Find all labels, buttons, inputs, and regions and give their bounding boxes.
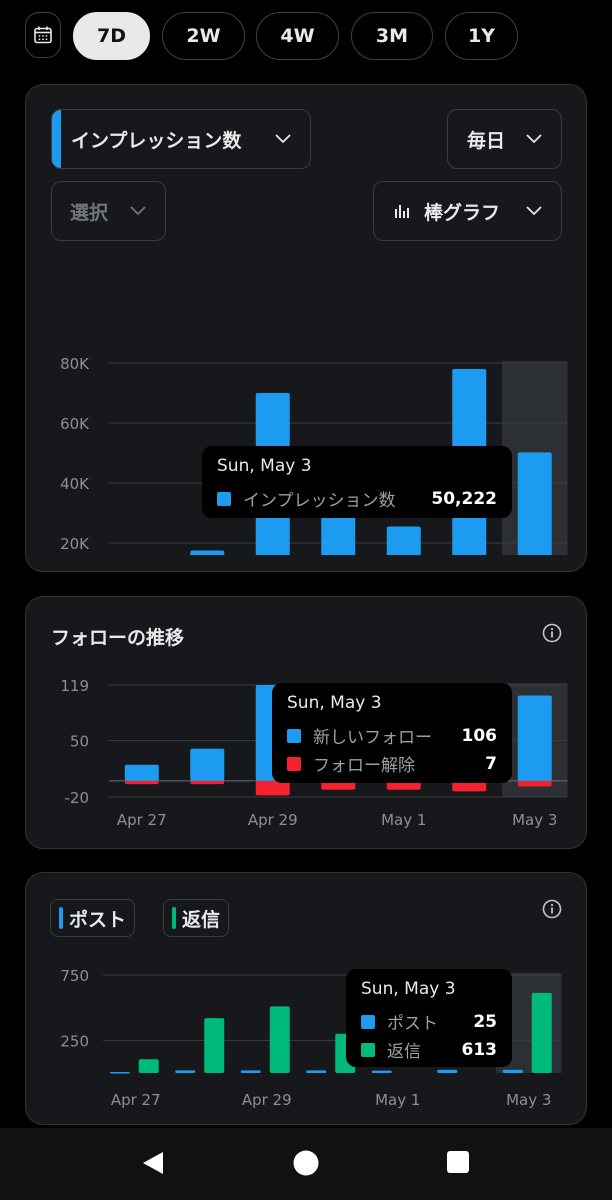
tooltip-label: 返信 <box>387 1042 421 1062</box>
x-tick-label: Apr 27 <box>111 1091 161 1109</box>
bar-posts <box>306 1070 327 1073</box>
y-tick-label: 40K <box>60 475 90 493</box>
interval-select-label: 毎日 <box>467 129 506 152</box>
range-4w-button[interactable]: 4W <box>256 12 339 60</box>
x-tick-label: May 3 <box>512 811 557 829</box>
system-nav-bar <box>0 1128 612 1200</box>
tooltip-label: インプレッション数 <box>243 491 396 511</box>
x-tick-label: May 3 <box>506 1091 551 1109</box>
chart-type-select-label: 棒グラフ <box>424 201 501 224</box>
chevron-down-icon <box>526 206 542 216</box>
metric-select[interactable]: インプレッション数 <box>51 109 311 169</box>
tooltip-label: 新しいフォロー <box>313 728 432 748</box>
bar-new-follows <box>124 764 159 781</box>
legend-swatch-blue <box>287 728 301 743</box>
bar-impressions <box>386 526 421 555</box>
chip-replies-label: 返信 <box>182 908 221 931</box>
compare-select[interactable]: 選択 <box>51 181 166 241</box>
x-tick-label: Apr 29 <box>242 1091 292 1109</box>
legend-swatch-red <box>287 756 301 771</box>
x-tick-label: May 1 <box>381 811 426 829</box>
bar-replies <box>138 1059 159 1073</box>
metric-select-label: インプレッション数 <box>71 129 242 152</box>
follows-tooltip: Sun, May 3 新しいフォロー 106 フォロー解除 7 <box>272 683 512 783</box>
bar-unfollows <box>255 780 290 796</box>
bar-posts <box>240 1070 261 1073</box>
tooltip-value: 50,222 <box>431 488 497 509</box>
follows-title: フォローの推移 <box>51 627 185 649</box>
chip-posts[interactable]: ポスト <box>50 899 136 937</box>
y-tick-label: 50 <box>70 733 89 751</box>
bar-replies <box>269 1006 290 1073</box>
info-icon[interactable] <box>542 623 562 643</box>
y-tick-label: 80K <box>60 355 90 373</box>
calendar-button[interactable] <box>25 12 61 58</box>
y-tick-label: -20 <box>65 789 90 807</box>
impressions-card: インプレッション数 毎日 選択 棒グラフ 80K60K40K20K0Apr 27… <box>25 84 587 572</box>
follows-card: フォローの推移 119 50 -20 Apr 27 Apr 29 May 1 May 3 S… <box>25 596 587 849</box>
bar-posts <box>502 1069 523 1073</box>
tooltip-value: 25 <box>473 1011 497 1032</box>
tooltip-label: ポスト <box>387 1014 438 1034</box>
compare-select-label: 選択 <box>70 201 109 224</box>
chip-posts-bar <box>59 907 63 929</box>
tooltip-value: 106 <box>461 725 498 746</box>
y-tick-label: 60K <box>60 415 90 433</box>
tooltip-label: フォロー解除 <box>313 756 415 776</box>
range-3m-button[interactable]: 3M <box>351 12 433 60</box>
y-tick-label: 750 <box>60 967 89 985</box>
y-tick-label: 20K <box>60 535 90 553</box>
bar-new-follows <box>517 695 552 781</box>
bar-posts <box>437 1069 458 1073</box>
range-1y-button[interactable]: 1Y <box>445 12 518 60</box>
bar-impressions <box>517 452 552 555</box>
chip-replies[interactable]: 返信 <box>163 899 230 937</box>
metric-accent-bar <box>52 110 61 168</box>
bar-unfollows <box>124 780 159 785</box>
legend-swatch-blue <box>361 1014 375 1029</box>
info-icon[interactable] <box>542 899 562 919</box>
x-tick-label: Apr 29 <box>248 811 298 829</box>
y-tick-label: 119 <box>60 677 89 695</box>
bar-impressions <box>190 550 225 555</box>
tooltip-date: Sun, May 3 <box>287 693 382 713</box>
impressions-tooltip: Sun, May 3 インプレッション数 50,222 <box>202 446 512 518</box>
recents-icon[interactable] <box>446 1150 470 1174</box>
range-2w-button[interactable]: 2W <box>162 12 245 60</box>
posts-tooltip: Sun, May 3 ポスト 25 返信 613 <box>346 969 512 1067</box>
range-7d-button[interactable]: 7D <box>73 12 150 60</box>
x-tick-label: Apr 27 <box>117 811 167 829</box>
bar-posts <box>109 1071 130 1074</box>
legend-swatch-green <box>361 1042 375 1057</box>
chevron-down-icon <box>526 134 542 144</box>
chip-replies-bar <box>172 907 176 929</box>
bar-unfollows <box>190 780 225 785</box>
bar-posts <box>175 1070 196 1073</box>
interval-select[interactable]: 毎日 <box>447 109 562 169</box>
x-tick-label: May 1 <box>375 1091 420 1109</box>
tooltip-value: 613 <box>461 1039 498 1060</box>
calendar-icon <box>34 26 52 44</box>
bar-replies <box>531 992 552 1073</box>
home-icon[interactable] <box>293 1150 319 1176</box>
tooltip-date: Sun, May 3 <box>361 979 456 999</box>
chip-posts-label: ポスト <box>69 908 127 931</box>
chevron-down-icon <box>275 134 291 144</box>
legend-swatch-blue <box>217 491 231 506</box>
y-tick-label: 250 <box>60 1032 89 1050</box>
tooltip-date: Sun, May 3 <box>217 456 312 476</box>
range-selector: 7D 2W 4W 3M 1Y <box>25 12 590 62</box>
bar-unfollows <box>517 780 552 787</box>
chevron-down-icon <box>130 206 146 216</box>
posts-card: ポスト 返信 750 250 Apr 27 Apr 29 May 1 May 3 Sun,… <box>25 872 587 1125</box>
bar-posts <box>371 1070 392 1073</box>
tooltip-value: 7 <box>485 753 497 774</box>
bar-replies <box>204 1018 225 1073</box>
chart-type-select[interactable]: 棒グラフ <box>373 181 562 241</box>
back-icon[interactable] <box>140 1150 166 1176</box>
bar-chart-icon <box>395 205 409 218</box>
bar-new-follows <box>190 748 225 781</box>
